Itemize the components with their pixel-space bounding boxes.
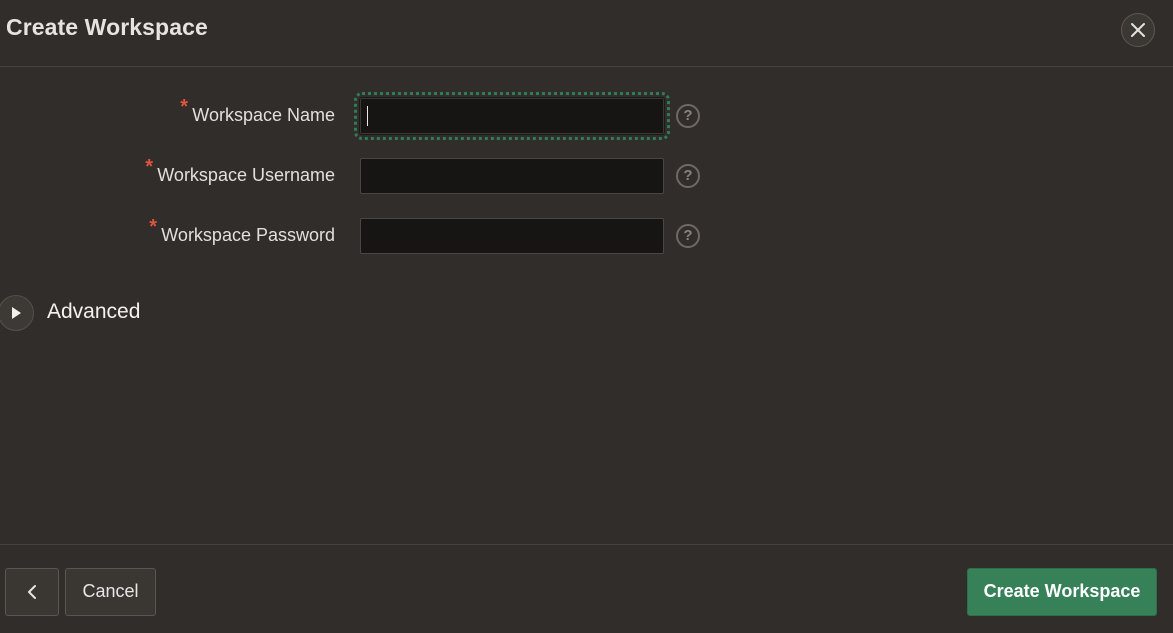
question-circle-icon[interactable]: ? (676, 164, 700, 188)
advanced-section-label: Advanced (47, 300, 141, 323)
dialog-title: Create Workspace (6, 14, 208, 40)
expand-toggle-button[interactable] (0, 295, 34, 331)
workspace-password-input[interactable] (360, 218, 664, 254)
workspace-username-label: Workspace Username (157, 165, 335, 185)
workspace-name-label-group: * Workspace Name (180, 96, 335, 134)
close-button[interactable] (1121, 13, 1155, 47)
workspace-password-label-group: * Workspace Password (149, 216, 335, 254)
question-circle-icon[interactable]: ? (676, 104, 700, 128)
workspace-name-label: Workspace Name (192, 105, 335, 125)
chevron-left-icon (28, 585, 36, 599)
cancel-button[interactable]: Cancel (65, 568, 156, 616)
required-marker: * (145, 156, 154, 178)
question-circle-icon[interactable]: ? (676, 224, 700, 248)
create-workspace-dialog: Create Workspace * Workspace Name ? * Wo… (0, 0, 1173, 633)
text-caret (367, 106, 368, 126)
dialog-header: Create Workspace (0, 0, 1173, 67)
workspace-username-label-group: * Workspace Username (145, 156, 335, 194)
close-icon (1131, 23, 1145, 37)
triangle-right-icon (12, 307, 21, 319)
back-button[interactable] (5, 568, 59, 616)
workspace-name-row: * Workspace Name ? (0, 92, 720, 140)
workspace-password-label: Workspace Password (161, 225, 335, 245)
advanced-section-toggle[interactable]: Advanced (0, 295, 160, 331)
required-marker: * (149, 216, 158, 238)
create-workspace-button[interactable]: Create Workspace (967, 568, 1157, 616)
workspace-name-input[interactable] (354, 92, 670, 140)
workspace-username-row: * Workspace Username ? (0, 156, 720, 194)
workspace-username-input[interactable] (360, 158, 664, 194)
workspace-password-row: * Workspace Password ? (0, 216, 720, 254)
dialog-footer: Cancel Create Workspace (0, 544, 1173, 633)
required-marker: * (180, 96, 189, 118)
